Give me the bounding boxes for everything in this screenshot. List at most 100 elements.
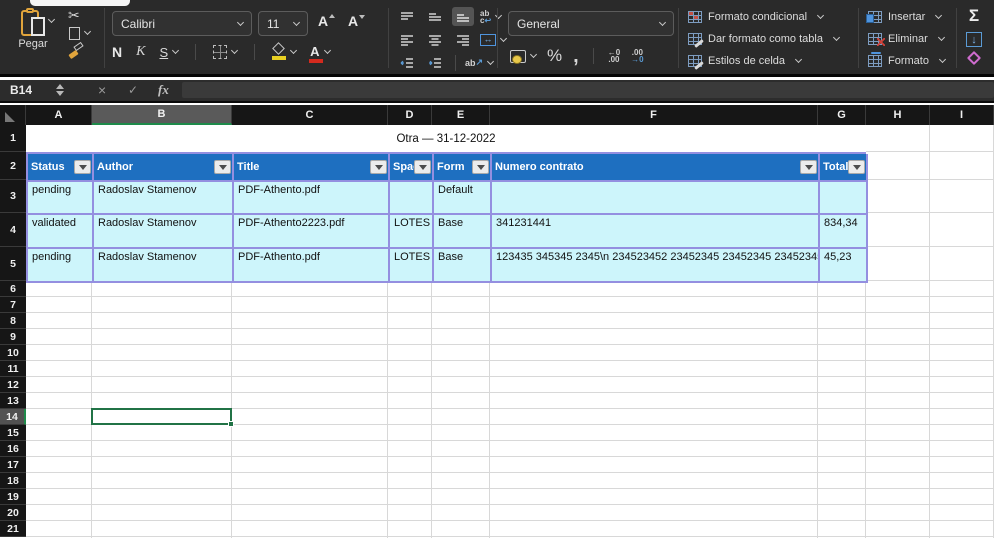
cell-styles-button[interactable]: Estilos de celda	[688, 52, 839, 69]
row-header-14[interactable]: 14	[0, 409, 26, 425]
cell-c4[interactable]: PDF-Athento2223.pdf	[234, 215, 390, 249]
row-header-2[interactable]: 2	[0, 152, 26, 180]
cancel-icon[interactable]: ×	[98, 82, 106, 98]
formula-input[interactable]	[182, 82, 994, 98]
accounting-format-button[interactable]	[510, 50, 536, 63]
decrease-font-button[interactable]: A	[348, 13, 358, 29]
row-header-15[interactable]: 15	[0, 425, 26, 441]
table-header-numero-contrato[interactable]: Numero contrato	[492, 154, 820, 182]
col-header-g[interactable]: G	[818, 105, 866, 125]
filter-button[interactable]	[800, 160, 817, 174]
cell-d3[interactable]	[390, 182, 434, 215]
underline-button[interactable]: S	[159, 45, 178, 60]
comma-style-button[interactable]: ,	[573, 51, 579, 61]
cell-f3[interactable]	[492, 182, 820, 215]
autosum-button[interactable]: Σ	[969, 6, 979, 26]
stepper-down-icon[interactable]	[56, 91, 64, 96]
align-right-button[interactable]	[452, 30, 474, 49]
select-all-corner[interactable]	[0, 105, 26, 125]
table-header-title[interactable]: Title	[234, 154, 390, 182]
cell-f4[interactable]: 341231441	[492, 215, 820, 249]
insert-function-icon[interactable]: fx	[158, 82, 169, 98]
row-header-18[interactable]: 18	[0, 473, 26, 489]
cell-g3[interactable]	[820, 182, 868, 215]
font-size-select[interactable]: 11	[258, 11, 308, 36]
row-header-16[interactable]: 16	[0, 441, 26, 457]
row-header-4[interactable]: 4	[0, 213, 26, 247]
enter-icon[interactable]: ✓	[128, 83, 138, 97]
row-header-19[interactable]: 19	[0, 489, 26, 505]
filter-button[interactable]	[414, 160, 431, 174]
cell-c5[interactable]: PDF-Athento.pdf	[234, 249, 390, 283]
col-header-e[interactable]: E	[432, 105, 490, 125]
row-header-9[interactable]: 9	[0, 329, 26, 345]
cell-b5[interactable]: Radoslav Stamenov	[94, 249, 234, 283]
row-header-10[interactable]: 10	[0, 345, 26, 361]
cell-f5[interactable]: 123435 345345 2345\n 234523452 23452345 …	[492, 249, 820, 283]
cell-d4[interactable]: LOTES	[390, 215, 434, 249]
cut-icon[interactable]: ✂	[68, 8, 90, 22]
copy-button[interactable]	[68, 26, 90, 40]
borders-button[interactable]	[213, 45, 237, 59]
clear-button[interactable]	[967, 51, 981, 65]
fill-down-button[interactable]: ↓	[966, 32, 982, 47]
col-header-c[interactable]: C	[232, 105, 388, 125]
cell-a4[interactable]: validated	[28, 215, 94, 249]
table-header-total[interactable]: Total	[820, 154, 868, 182]
col-header-f[interactable]: F	[490, 105, 818, 125]
col-header-a[interactable]: A	[26, 105, 92, 125]
format-painter-icon[interactable]	[68, 44, 84, 58]
cell-e3[interactable]: Default	[434, 182, 492, 215]
format-cells-button[interactable]: Formato	[868, 52, 945, 69]
cell-b3[interactable]: Radoslav Stamenov	[94, 182, 234, 215]
table-header-author[interactable]: Author	[94, 154, 234, 182]
fill-color-button[interactable]	[272, 44, 296, 60]
merge-center-button[interactable]: ↔	[480, 34, 506, 46]
stepper-up-icon[interactable]	[56, 84, 64, 89]
paste-button[interactable]: Pegar	[10, 8, 56, 50]
filter-button[interactable]	[370, 160, 387, 174]
filter-button[interactable]	[472, 160, 489, 174]
row-header-21[interactable]: 21	[0, 521, 26, 537]
filter-button[interactable]	[74, 160, 91, 174]
filter-button[interactable]	[848, 160, 865, 174]
font-name-select[interactable]: Calibri	[112, 11, 252, 36]
row-header-11[interactable]: 11	[0, 361, 26, 377]
row-header-6[interactable]: 6	[0, 281, 26, 297]
align-middle-button[interactable]	[424, 7, 446, 26]
row-header-3[interactable]: 3	[0, 180, 26, 213]
cell-a3[interactable]: pending	[28, 182, 94, 215]
number-format-select[interactable]: General	[508, 11, 674, 36]
name-box[interactable]: B14	[10, 83, 32, 97]
align-center-button[interactable]	[424, 30, 446, 49]
row-header-5[interactable]: 5	[0, 247, 26, 281]
row-header-8[interactable]: 8	[0, 313, 26, 329]
cell-e4[interactable]: Base	[434, 215, 492, 249]
cell-b4[interactable]: Radoslav Stamenov	[94, 215, 234, 249]
row-header-17[interactable]: 17	[0, 457, 26, 473]
decrease-indent-button[interactable]	[396, 53, 418, 72]
active-tab-fragment[interactable]	[30, 0, 130, 6]
insert-cells-button[interactable]: Insertar	[868, 8, 945, 25]
percent-style-button[interactable]: %	[547, 46, 562, 66]
col-header-i[interactable]: I	[930, 105, 994, 125]
increase-font-button[interactable]: A	[318, 13, 328, 29]
row-header-13[interactable]: 13	[0, 393, 26, 409]
selected-cell-b14[interactable]	[91, 408, 232, 425]
row-header-1[interactable]: 1	[0, 125, 26, 152]
delete-cells-button[interactable]: Eliminar	[868, 30, 945, 47]
cell-g5[interactable]: 45,23	[820, 249, 868, 283]
row-header-7[interactable]: 7	[0, 297, 26, 313]
increase-decimal-button[interactable]: ←0.00	[608, 49, 620, 64]
col-header-b[interactable]: B	[92, 105, 232, 125]
cell-c3[interactable]: PDF-Athento.pdf	[234, 182, 390, 215]
align-left-button[interactable]	[396, 30, 418, 49]
table-header-spaces[interactable]: Spaces	[390, 154, 434, 182]
col-header-h[interactable]: H	[866, 105, 930, 125]
italic-button[interactable]: K	[136, 44, 145, 60]
table-header-status[interactable]: Status	[28, 154, 94, 182]
title-cell[interactable]: Otra — 31-12-2022	[26, 125, 866, 152]
row-header-20[interactable]: 20	[0, 505, 26, 521]
format-as-table-button[interactable]: Dar formato como tabla	[688, 30, 839, 47]
table-header-form[interactable]: Form	[434, 154, 492, 182]
